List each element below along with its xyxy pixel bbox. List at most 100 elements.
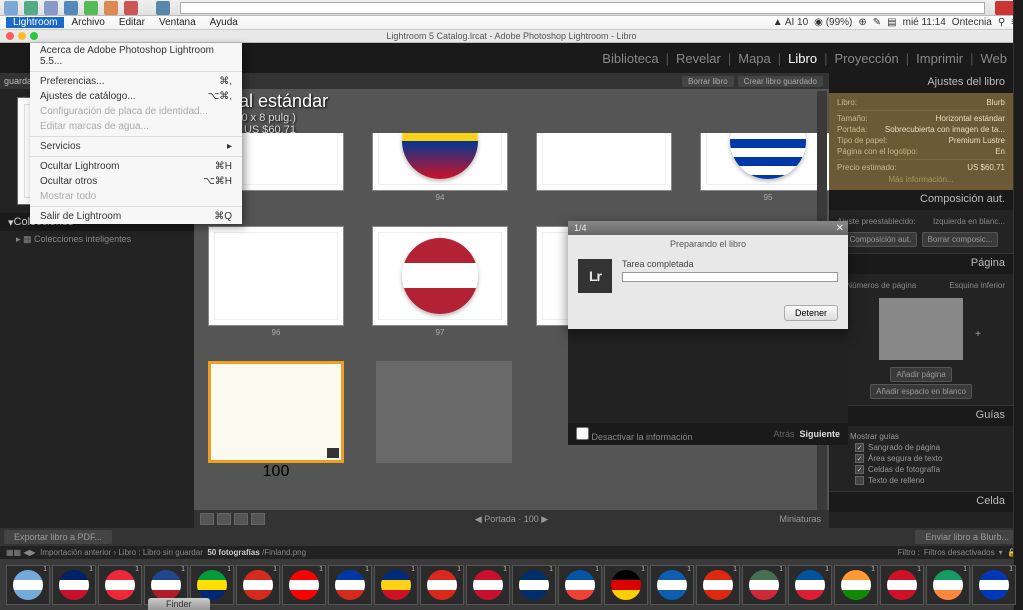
clear-layout-button[interactable]: Borrar composic... xyxy=(922,232,999,247)
zoom-icon[interactable] xyxy=(30,32,38,40)
filmstrip-thumb[interactable]: 1 xyxy=(972,565,1016,605)
filmstrip-thumb[interactable]: 1 xyxy=(880,565,924,605)
menu-identity-plate: Configuración de placa de identidad... xyxy=(30,104,242,119)
smart-collections[interactable]: ▸ ▦ Colecciones inteligentes xyxy=(0,231,194,248)
module-web[interactable]: Web xyxy=(977,51,1012,66)
add-page-button[interactable]: Añadir página xyxy=(890,367,951,382)
filmstrip-thumb[interactable]: 1 xyxy=(98,565,142,605)
menu-quit[interactable]: Salir de Lightroom⌘Q xyxy=(30,209,242,224)
action-bar: Exportar libro a PDF... Enviar libro a B… xyxy=(0,528,1023,546)
filmstrip-thumb[interactable]: 1 xyxy=(374,565,418,605)
status-icon[interactable]: ⊕ xyxy=(858,17,866,28)
menu-about[interactable]: Acerca de Adobe Photoshop Lightroom 5.5.… xyxy=(30,43,242,69)
filmstrip-thumb[interactable]: 1 xyxy=(420,565,464,605)
filmstrip-thumb[interactable]: 1 xyxy=(52,565,96,605)
view-zoom-icon[interactable] xyxy=(251,513,265,525)
dialog-titlebar: 1/4 ✕ xyxy=(568,221,848,235)
clear-book-button[interactable]: Borrar libro xyxy=(682,76,734,87)
module-book[interactable]: Libro xyxy=(784,51,821,66)
save-book-button[interactable]: Crear libro guardado xyxy=(738,76,823,87)
export-pdf-button[interactable]: Exportar libro a PDF... xyxy=(4,530,112,544)
filmstrip-thumb[interactable]: 1 xyxy=(926,565,970,605)
status-icon[interactable]: ▤ xyxy=(887,17,896,28)
guide-checkbox[interactable]: ✓ xyxy=(855,454,864,463)
view-grid-icon[interactable] xyxy=(200,513,214,525)
page-layout-preview[interactable]: + xyxy=(879,298,963,360)
menu-help[interactable]: Ayuda xyxy=(203,17,245,28)
tool-icon[interactable] xyxy=(84,1,98,15)
menu-hide-others[interactable]: Ocultar otros⌥⌘H xyxy=(30,174,242,189)
view-spread-icon[interactable] xyxy=(217,513,231,525)
address-field[interactable] xyxy=(180,2,985,14)
tool-icon[interactable] xyxy=(4,1,18,15)
menu-preferences[interactable]: Preferencias...⌘, xyxy=(30,74,242,89)
finder-tab[interactable]: Finder xyxy=(148,598,210,610)
book-settings-header[interactable]: Ajustes del libro xyxy=(829,73,1013,93)
auto-layout-header[interactable]: Composición aut. xyxy=(829,190,1013,210)
menu-file[interactable]: Archivo xyxy=(64,17,111,28)
menu-window[interactable]: Ventana xyxy=(152,17,203,28)
tool-icon[interactable] xyxy=(124,1,138,15)
view-single-icon[interactable] xyxy=(234,513,248,525)
guide-checkbox[interactable] xyxy=(855,476,864,485)
cell-header[interactable]: Celda xyxy=(829,492,1013,512)
menu-catalog-settings[interactable]: Ajustes de catálogo...⌥⌘, xyxy=(30,89,242,104)
filmstrip-thumb[interactable]: 1 xyxy=(834,565,878,605)
module-slideshow[interactable]: Proyección xyxy=(830,51,902,66)
page-spread[interactable]: 96 xyxy=(208,226,344,337)
filmstrip-thumb[interactable]: 1 xyxy=(788,565,832,605)
filmstrip-thumb[interactable]: 1 xyxy=(742,565,786,605)
tool-icon[interactable] xyxy=(64,1,78,15)
disable-info-checkbox[interactable] xyxy=(576,427,589,440)
minimize-icon[interactable] xyxy=(18,32,26,40)
page-spread[interactable] xyxy=(536,133,672,202)
filmstrip-thumb[interactable]: 1 xyxy=(6,565,50,605)
module-map[interactable]: Mapa xyxy=(734,51,775,66)
send-blurb-button[interactable]: Enviar libro a Blurb... xyxy=(915,530,1019,544)
module-library[interactable]: Biblioteca xyxy=(598,51,662,66)
filmstrip-thumb[interactable]: 1 xyxy=(512,565,556,605)
filmstrip-thumb[interactable]: 1 xyxy=(558,565,602,605)
mac-menubar: Lightroom Archivo Editar Ventana Ayuda ▲… xyxy=(0,16,1023,30)
thumbnails-label: Miniaturas xyxy=(779,514,821,524)
search-icon[interactable]: ⚲ xyxy=(998,17,1005,28)
empty-page-slot[interactable] xyxy=(376,361,512,463)
page-spread[interactable]: 94 xyxy=(372,133,508,202)
menu-services[interactable]: Servicios▸ xyxy=(30,139,242,154)
filmstrip-thumb[interactable]: 1 xyxy=(696,565,740,605)
filmstrip-thumb[interactable]: 1 xyxy=(328,565,372,605)
close-icon[interactable] xyxy=(6,32,14,40)
progress-dialog: 1/4 ✕ Preparando el libro Lr Tarea compl… xyxy=(568,221,848,329)
more-info-button[interactable]: Más información... xyxy=(837,173,1005,186)
module-print[interactable]: Imprimir xyxy=(912,51,967,66)
status-ai: ▲ AI 10 xyxy=(773,17,808,28)
filmstrip-thumb[interactable]: 1 xyxy=(604,565,648,605)
lightroom-logo-icon: Lr xyxy=(578,259,612,293)
dialog-close-icon[interactable]: ✕ xyxy=(836,222,844,236)
tool-icon[interactable] xyxy=(24,1,38,15)
page-spread[interactable]: 97 xyxy=(372,226,508,337)
guide-checkbox[interactable]: ✓ xyxy=(855,465,864,474)
filmstrip-thumb[interactable]: 1 xyxy=(236,565,280,605)
auto-layout-button[interactable]: Composición aut. xyxy=(844,232,918,247)
tool-icon[interactable] xyxy=(104,1,118,15)
tool-icon[interactable] xyxy=(156,1,170,15)
page-header[interactable]: Página xyxy=(829,254,1013,274)
add-blank-button[interactable]: Añadir espacio en blanco xyxy=(870,384,972,399)
filmstrip-thumb[interactable]: 1 xyxy=(650,565,694,605)
filmstrip-thumb[interactable]: 1 xyxy=(282,565,326,605)
page-spread[interactable]: 95 xyxy=(700,133,829,202)
tool-icon[interactable] xyxy=(44,1,58,15)
stop-button[interactable]: Detener xyxy=(784,305,838,321)
filmstrip-thumb[interactable]: 1 xyxy=(466,565,510,605)
module-develop[interactable]: Revelar xyxy=(672,51,725,66)
window-titlebar: Lightroom 5 Catalog.lrcat - Adobe Photos… xyxy=(0,30,1023,43)
menu-app[interactable]: Lightroom xyxy=(6,17,64,28)
menu-edit[interactable]: Editar xyxy=(112,17,152,28)
guides-header[interactable]: Guías xyxy=(829,406,1013,426)
status-icon[interactable]: ✎ xyxy=(873,17,881,28)
guide-checkbox[interactable]: ✓ xyxy=(855,443,864,452)
menu-hide[interactable]: Ocultar Lightroom⌘H xyxy=(30,159,242,174)
back-cover-page[interactable] xyxy=(208,361,344,463)
next-button[interactable]: Siguiente xyxy=(799,429,840,439)
